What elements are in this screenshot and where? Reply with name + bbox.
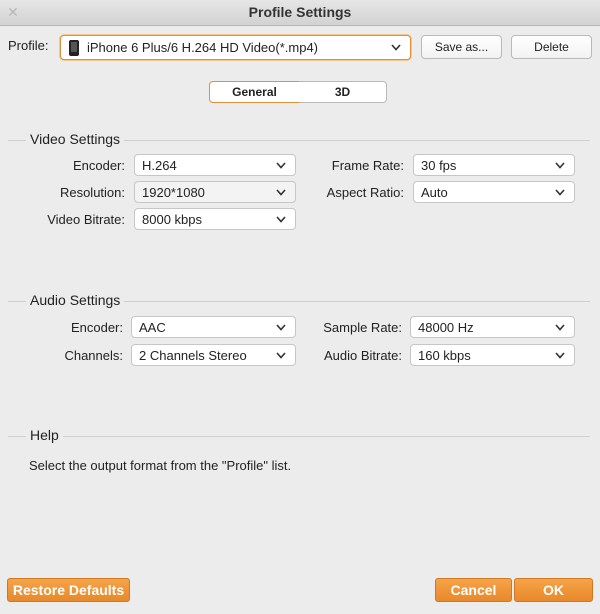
resolution-value: 1920*1080 [142, 184, 205, 200]
sample-rate-value: 48000 Hz [418, 319, 474, 335]
audio-bitrate-label: Audio Bitrate: [323, 348, 402, 363]
chevron-down-icon [273, 347, 289, 363]
profile-select[interactable]: iPhone 6 Plus/6 H.264 HD Video(*.mp4) [60, 35, 411, 60]
chevron-down-icon [388, 40, 404, 56]
help-text: Select the output format from the "Profi… [29, 458, 292, 473]
help-section-divider [8, 436, 590, 437]
audio-encoder-select[interactable]: AAC [131, 316, 296, 338]
delete-button[interactable]: Delete [511, 35, 592, 59]
video-settings-title: Video Settings [26, 131, 125, 147]
chevron-down-icon [273, 184, 289, 200]
channels-value: 2 Channels Stereo [139, 347, 247, 363]
window-title: Profile Settings [248, 4, 352, 20]
audio-encoder-value: AAC [139, 319, 166, 335]
chevron-down-icon [273, 319, 289, 335]
audio-encoder-label: Encoder: [70, 320, 123, 335]
aspect-ratio-label: Aspect Ratio: [326, 185, 404, 200]
profile-value: iPhone 6 Plus/6 H.264 HD Video(*.mp4) [87, 40, 318, 55]
channels-select[interactable]: 2 Channels Stereo [131, 344, 296, 366]
frame-rate-label: Frame Rate: [331, 158, 404, 173]
ok-button[interactable]: OK [514, 578, 593, 602]
audio-settings-title: Audio Settings [26, 292, 125, 308]
audio-bitrate-value: 160 kbps [418, 347, 471, 363]
video-bitrate-value: 8000 kbps [142, 211, 202, 227]
restore-defaults-button[interactable]: Restore Defaults [7, 578, 130, 602]
sample-rate-select[interactable]: 48000 Hz [410, 316, 575, 338]
resolution-label: Resolution: [59, 185, 125, 200]
aspect-ratio-value: Auto [421, 184, 448, 200]
video-encoder-value: H.264 [142, 157, 177, 173]
phone-icon [69, 39, 79, 56]
tab-general[interactable]: General [209, 81, 300, 103]
resolution-select[interactable]: 1920*1080 [134, 181, 296, 203]
frame-rate-select[interactable]: 30 fps [413, 154, 575, 176]
aspect-ratio-select[interactable]: Auto [413, 181, 575, 203]
video-bitrate-label: Video Bitrate: [47, 212, 125, 227]
channels-label: Channels: [64, 348, 123, 363]
frame-rate-value: 30 fps [421, 157, 457, 173]
profile-label: Profile: [8, 38, 49, 53]
chevron-down-icon [273, 157, 289, 173]
video-encoder-label: Encoder: [72, 158, 125, 173]
sample-rate-label: Sample Rate: [323, 320, 402, 335]
audio-bitrate-select[interactable]: 160 kbps [410, 344, 575, 366]
chevron-down-icon [552, 184, 568, 200]
chevron-down-icon [552, 157, 568, 173]
video-encoder-select[interactable]: H.264 [134, 154, 296, 176]
chevron-down-icon [552, 347, 568, 363]
tab-3d[interactable]: 3D [299, 81, 387, 103]
chevron-down-icon [552, 319, 568, 335]
help-title: Help [26, 427, 63, 443]
video-bitrate-select[interactable]: 8000 kbps [134, 208, 296, 230]
save-as-button[interactable]: Save as... [421, 35, 502, 59]
cancel-button[interactable]: Cancel [435, 578, 512, 602]
chevron-down-icon [273, 211, 289, 227]
